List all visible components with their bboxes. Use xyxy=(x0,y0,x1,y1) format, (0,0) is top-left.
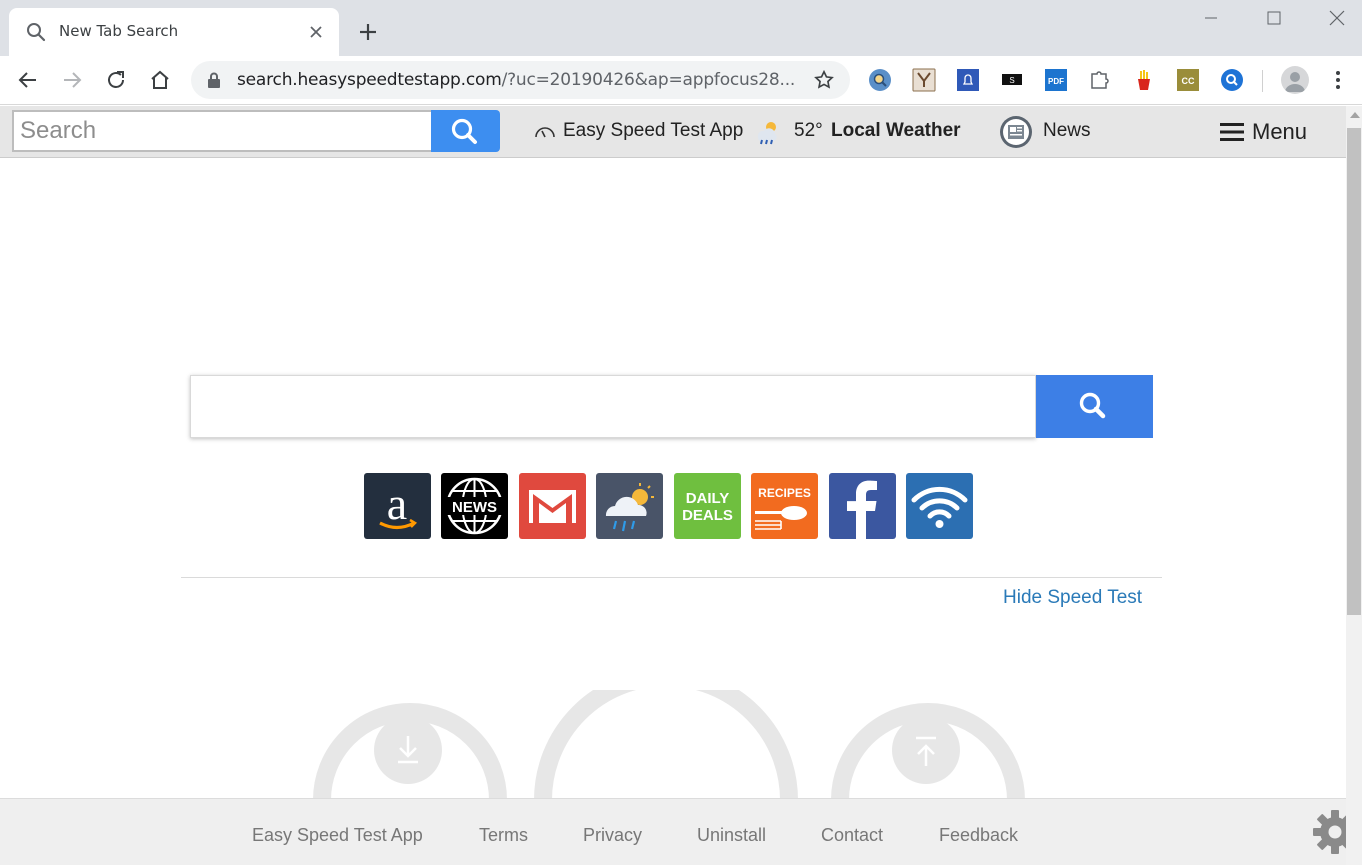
daily-deals-tile[interactable]: DAILY DEALS xyxy=(674,473,741,539)
search-icon xyxy=(451,118,477,144)
tab-title: New Tab Search xyxy=(59,22,179,40)
minimize-icon[interactable] xyxy=(1199,6,1223,30)
search-extension-icon[interactable] xyxy=(868,68,892,92)
weather-cloud-icon xyxy=(605,483,654,532)
recipes-label: RECIPES xyxy=(758,486,811,500)
news-link[interactable]: News xyxy=(1043,120,1091,142)
s-extension-icon[interactable]: S xyxy=(1000,68,1024,92)
news-tile-label: NEWS xyxy=(452,499,497,516)
newspaper-icon xyxy=(1000,116,1032,148)
header-search-button[interactable] xyxy=(431,110,500,152)
home-icon[interactable] xyxy=(148,68,172,92)
url-host: search.heasyspeedtestapp.com xyxy=(237,70,502,90)
tab-strip: New Tab Search xyxy=(0,0,1362,56)
main-search-button[interactable] xyxy=(1036,375,1153,438)
svg-text:PDF: PDF xyxy=(1048,77,1064,86)
bookmark-star-icon[interactable] xyxy=(813,69,835,91)
deals-line2: DEALS xyxy=(682,507,733,524)
wifi-tile[interactable] xyxy=(906,473,973,539)
url-text[interactable]: search.heasyspeedtestapp.com/?uc=2019042… xyxy=(237,70,795,90)
browser-tab[interactable]: New Tab Search xyxy=(9,8,339,56)
fries-extension-icon[interactable] xyxy=(1132,68,1156,92)
svg-text:CC: CC xyxy=(1182,76,1195,86)
new-tab-icon[interactable] xyxy=(356,20,380,44)
wifi-icon xyxy=(911,486,968,528)
news-tile[interactable]: NEWS xyxy=(441,473,508,539)
y-extension-icon[interactable] xyxy=(912,68,936,92)
svg-text:S: S xyxy=(1009,76,1014,85)
recipes-tile[interactable]: RECIPES xyxy=(751,473,818,539)
footer-link-contact[interactable]: Contact xyxy=(821,825,883,846)
url-path: /?uc=20190426&ap=appfocus28... xyxy=(501,70,796,90)
scroll-up-arrow-icon[interactable] xyxy=(1350,112,1360,118)
back-icon[interactable] xyxy=(16,68,40,92)
search-icon xyxy=(1079,392,1106,419)
profile-avatar[interactable] xyxy=(1281,66,1309,94)
footer-link-feedback[interactable]: Feedback xyxy=(939,825,1018,846)
facebook-tile[interactable] xyxy=(829,473,896,539)
more-menu-icon[interactable] xyxy=(1330,68,1346,92)
lock-icon[interactable] xyxy=(207,72,221,88)
hide-speed-test-link[interactable]: Hide Speed Test xyxy=(1003,587,1142,609)
weather-link[interactable]: 52° Local Weather xyxy=(794,120,961,142)
divider xyxy=(181,577,1162,578)
browser-toolbar: search.heasyspeedtestapp.com/?uc=2019042… xyxy=(0,56,1362,105)
avatar-icon xyxy=(1285,72,1305,92)
reload-icon[interactable] xyxy=(104,68,128,92)
temperature: 52° xyxy=(794,120,823,141)
close-tab-icon[interactable] xyxy=(306,22,326,42)
scrollbar-thumb[interactable] xyxy=(1347,128,1361,615)
footer-link-privacy[interactable]: Privacy xyxy=(583,825,642,846)
cc-extension-icon[interactable]: CC xyxy=(1176,68,1200,92)
speed-test-link[interactable]: Easy Speed Test App xyxy=(563,120,743,142)
amazon-tile[interactable]: a xyxy=(364,473,431,539)
puzzle-extension-icon[interactable] xyxy=(1088,68,1112,92)
facebook-icon xyxy=(847,480,877,539)
bell-extension-icon[interactable] xyxy=(956,68,980,92)
close-window-icon[interactable] xyxy=(1325,6,1349,30)
maximize-icon[interactable] xyxy=(1262,6,1286,30)
address-bar[interactable]: search.heasyspeedtestapp.com/?uc=2019042… xyxy=(191,61,850,99)
footer-link-terms[interactable]: Terms xyxy=(479,825,528,846)
weather-icon xyxy=(757,122,777,145)
deals-line1: DAILY xyxy=(686,490,730,507)
weather-tile[interactable] xyxy=(596,473,663,539)
weather-label: Local Weather xyxy=(831,120,961,141)
amazon-icon: a xyxy=(379,478,418,530)
main-search-input[interactable] xyxy=(190,375,1036,438)
footer-link-app[interactable]: Easy Speed Test App xyxy=(252,825,423,846)
mail-icon xyxy=(529,490,576,523)
menu-label: Menu xyxy=(1252,119,1308,144)
hamburger-icon xyxy=(1220,123,1244,141)
page-header-bar: Easy Speed Test App 52° Local Weather Ne… xyxy=(0,106,1346,158)
pdf-extension-icon[interactable]: PDF xyxy=(1044,68,1068,92)
header-search-input[interactable] xyxy=(12,110,432,152)
globe-news-icon: NEWS xyxy=(445,477,504,535)
speedometer-icon xyxy=(535,127,555,138)
daily-deals-icon: DAILY DEALS xyxy=(682,490,733,524)
forward-icon[interactable] xyxy=(60,68,84,92)
gmail-tile[interactable] xyxy=(519,473,586,539)
footer: Easy Speed Test App Terms Privacy Uninst… xyxy=(0,798,1357,865)
speed-test-gauges xyxy=(313,690,1025,800)
recipes-icon: RECIPES xyxy=(755,486,811,530)
footer-link-uninstall[interactable]: Uninstall xyxy=(697,825,766,846)
search-icon xyxy=(27,23,46,42)
svg-text:a: a xyxy=(387,478,407,529)
toolbar-separator xyxy=(1262,70,1263,92)
search-circle-extension-icon[interactable] xyxy=(1220,68,1244,92)
